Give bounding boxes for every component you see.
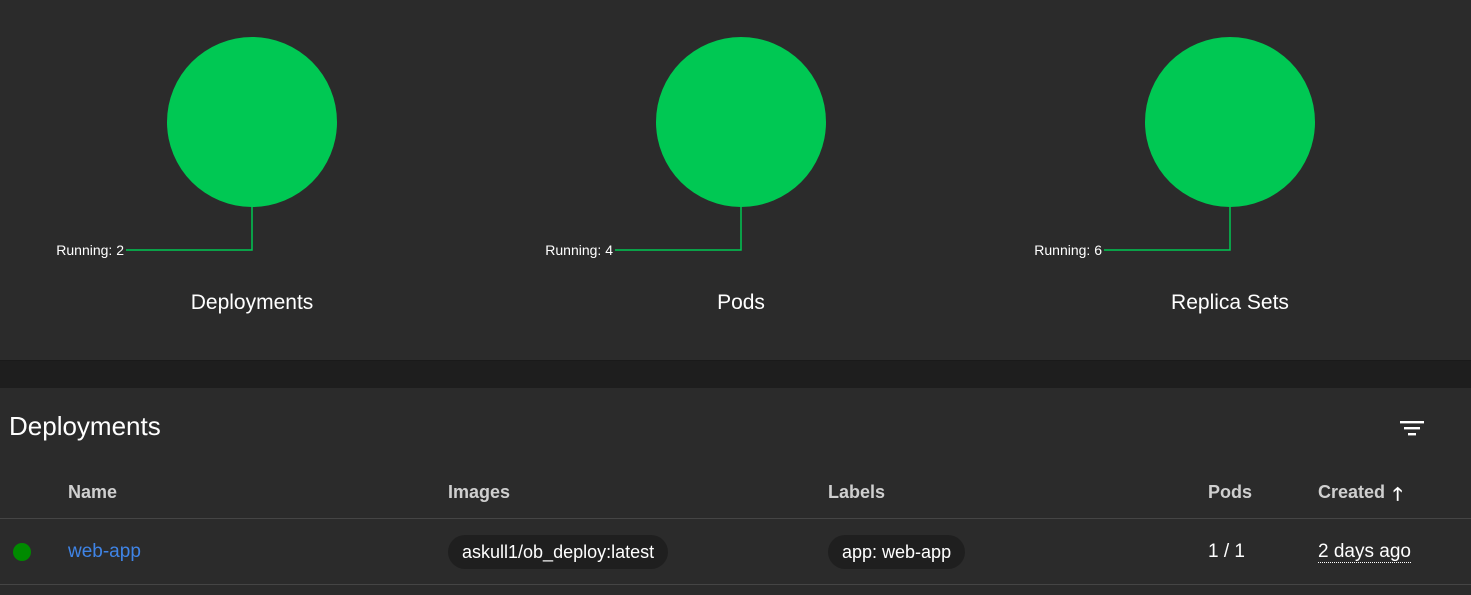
replica-sets-pie-chart: Running: 6 <box>1034 37 1315 258</box>
created-age-text: 2 days ago <box>1318 541 1411 563</box>
deployments-chart-title: Deployments <box>190 291 314 314</box>
deployments-list-title: Deployments <box>9 411 161 441</box>
table-header-row: Name Images Labels Pods Created 🡑 <box>0 460 1471 519</box>
deployments-list-card: Deployments Name Images Labels Pods Crea… <box>0 388 1471 595</box>
pods-label-connector <box>615 207 742 251</box>
filter-button[interactable] <box>1394 410 1430 446</box>
replica-sets-status-chart: Running: 6 Replica Sets <box>1034 0 1380 360</box>
column-header-name[interactable]: Name <box>68 482 117 503</box>
label-chip: app: web-app <box>828 535 966 569</box>
workloads-status-section: Running: 2 Deployments Running: 4 Pods R… <box>0 0 1471 360</box>
column-header-pods[interactable]: Pods <box>1208 482 1252 503</box>
column-header-created[interactable]: Created 🡑 <box>1318 482 1402 512</box>
column-header-labels[interactable]: Labels <box>828 482 885 503</box>
deployments-pie-chart: Running: 2 <box>56 37 337 258</box>
deployments-running-label: Running: 2 <box>56 242 124 258</box>
deployment-name-link[interactable]: web-app <box>68 541 141 563</box>
pods-running-slice[interactable] <box>656 37 826 207</box>
deployments-label-connector <box>126 207 253 251</box>
replica-sets-running-slice[interactable] <box>1145 37 1315 207</box>
column-header-created-label: Created <box>1318 482 1386 502</box>
pods-running-label: Running: 4 <box>545 242 613 258</box>
arrow-upward-icon[interactable]: 🡑 <box>1393 482 1402 512</box>
pods-chart-title: Pods <box>717 291 765 314</box>
filter-list-icon <box>1400 421 1424 436</box>
deployments-status-chart: Running: 2 Deployments <box>56 0 402 360</box>
pods-status-chart: Running: 4 Pods <box>545 0 891 360</box>
replica-sets-running-label: Running: 6 <box>1034 242 1102 258</box>
image-chip: askull1/ob_deploy:latest <box>448 535 669 569</box>
created-age[interactable]: 2 days ago <box>1318 541 1411 563</box>
section-divider <box>0 360 1471 389</box>
deployments-running-slice[interactable] <box>167 37 337 207</box>
pods-count: 1 / 1 <box>1208 541 1245 562</box>
status-ok-icon <box>13 543 31 561</box>
table-row[interactable]: web-app askull1/ob_deploy:latest app: we… <box>0 519 1471 585</box>
replica-sets-label-connector <box>1104 207 1231 251</box>
pods-pie-chart: Running: 4 <box>545 37 826 258</box>
replica-sets-chart-title: Replica Sets <box>1171 291 1289 314</box>
column-header-images[interactable]: Images <box>448 482 510 503</box>
